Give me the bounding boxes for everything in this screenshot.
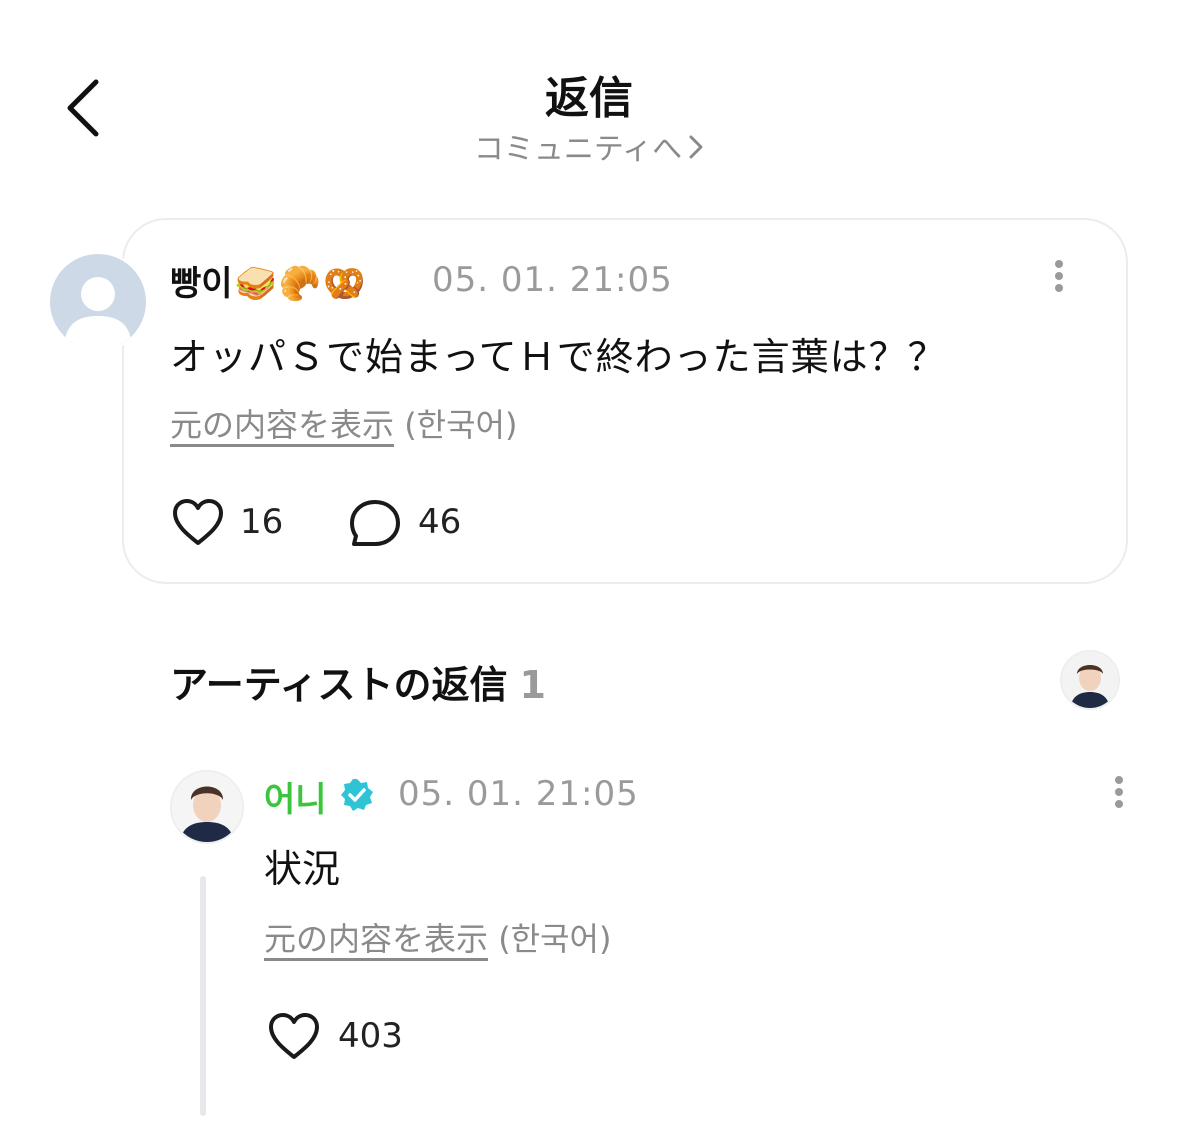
reply-like-button[interactable] bbox=[266, 1010, 322, 1066]
default-user-icon bbox=[64, 277, 132, 350]
kebab-dot-icon bbox=[1115, 776, 1123, 784]
heart-icon bbox=[173, 499, 223, 545]
kebab-dot-icon bbox=[1055, 260, 1063, 268]
reply-more-menu[interactable] bbox=[1104, 772, 1134, 812]
kebab-dot-icon bbox=[1055, 272, 1063, 280]
kebab-dot-icon bbox=[1115, 788, 1123, 796]
post-body: オッパＳで始まってＨで終わった言葉は？？ bbox=[170, 335, 947, 379]
thread-line bbox=[200, 876, 206, 1116]
original-language: (한국어) bbox=[498, 920, 612, 958]
post-author[interactable]: 빵이🥪🥐🥨 bbox=[170, 256, 366, 305]
artist-name[interactable]: 어니 bbox=[264, 772, 327, 821]
heart-icon bbox=[269, 1013, 319, 1059]
reply-timestamp: 05. 01. 21:05 bbox=[398, 774, 639, 814]
show-original-link[interactable]: 元の内容を表示 bbox=[264, 920, 488, 958]
post-comment-button[interactable] bbox=[348, 498, 402, 554]
croissant-emoji: 🥐 bbox=[278, 264, 322, 304]
reply-body: 状況 bbox=[264, 847, 341, 891]
artist-replies-heading: アーティストの返信 1 bbox=[170, 654, 546, 709]
artist-photo bbox=[172, 772, 242, 842]
reply-translate: 元の内容を表示 (한국어) bbox=[264, 914, 611, 960]
reply-like-count: 403 bbox=[338, 1016, 403, 1056]
post-timestamp: 05. 01. 21:05 bbox=[432, 260, 673, 300]
artist-avatar[interactable] bbox=[170, 770, 244, 844]
comment-bubble-icon bbox=[350, 500, 400, 546]
post-author-avatar[interactable] bbox=[48, 252, 148, 352]
post-comment-count: 46 bbox=[418, 502, 462, 542]
chevron-right-icon bbox=[688, 133, 704, 169]
artist-name-label: 어니 bbox=[264, 780, 327, 820]
page-title: 返信 bbox=[545, 73, 633, 124]
show-original-link[interactable]: 元の内容を表示 bbox=[170, 406, 394, 444]
artist-photo bbox=[1062, 652, 1118, 708]
verified-badge-icon bbox=[340, 778, 374, 816]
post-translate: 元の内容を表示 (한국어) bbox=[170, 400, 517, 446]
pretzel-emoji: 🥨 bbox=[323, 264, 366, 304]
sandwich-emoji: 🥪 bbox=[234, 264, 277, 304]
post-more-menu[interactable] bbox=[1044, 256, 1074, 296]
artist-replies-title: アーティストの返信 bbox=[170, 663, 508, 707]
kebab-dot-icon bbox=[1115, 800, 1123, 808]
community-link-label: コミュニティへ bbox=[473, 132, 683, 167]
post-author-name: 빵이 bbox=[170, 264, 233, 304]
kebab-dot-icon bbox=[1055, 284, 1063, 292]
post-like-count: 16 bbox=[240, 502, 284, 542]
post-like-button[interactable] bbox=[170, 496, 226, 552]
original-language: (한국어) bbox=[404, 406, 518, 444]
artist-filter-avatar[interactable] bbox=[1060, 650, 1120, 710]
artist-replies-count: 1 bbox=[519, 663, 546, 707]
community-link[interactable]: コミュニティへ bbox=[0, 124, 1178, 169]
